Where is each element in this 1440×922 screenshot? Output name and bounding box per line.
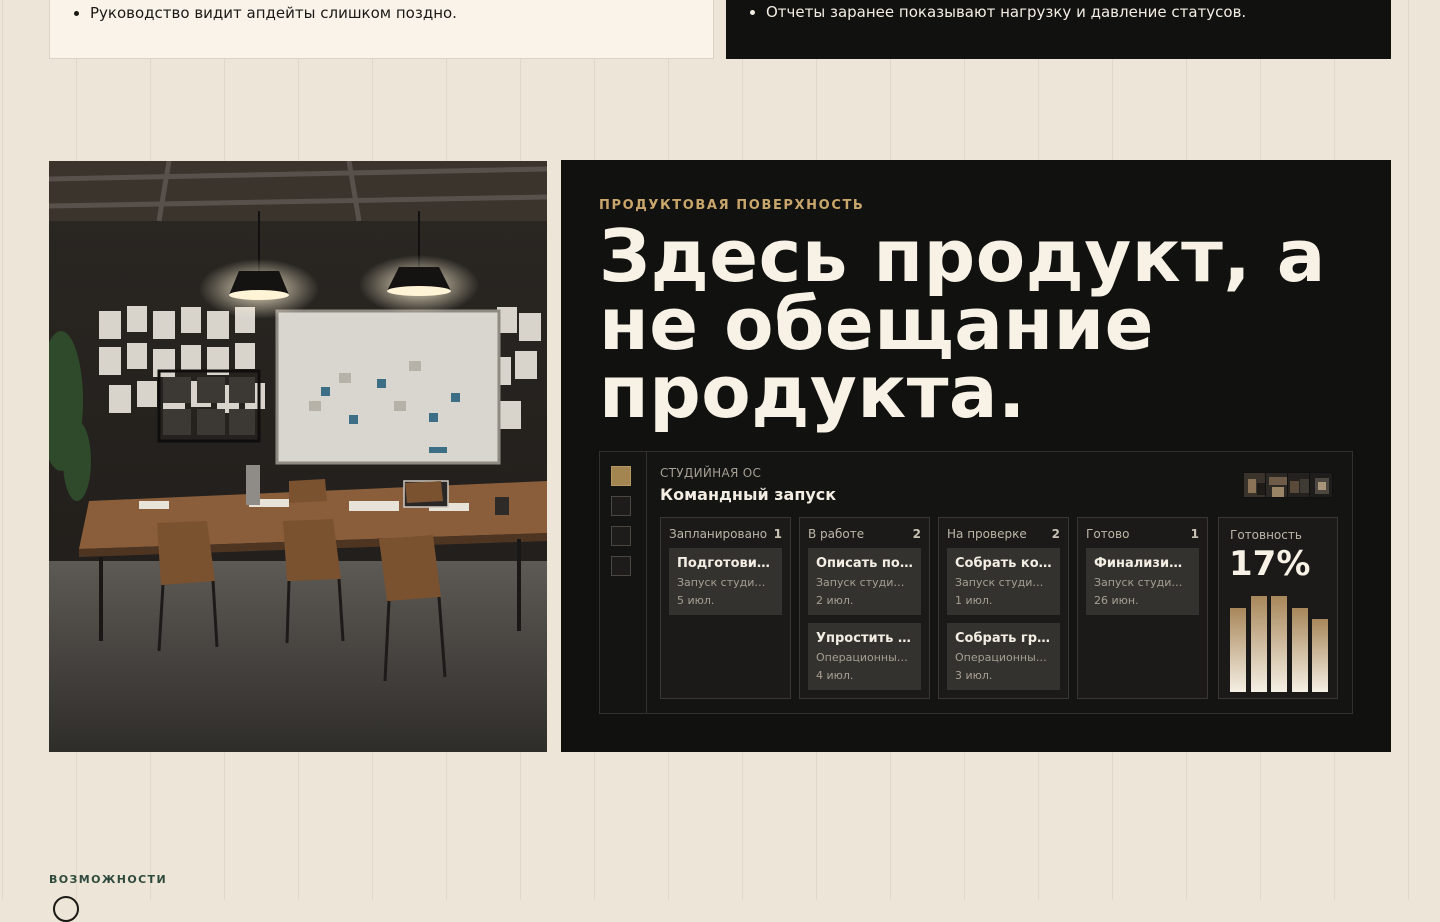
rail-nav-board[interactable] [611,466,631,486]
kanban-column-planned: Запланировано 1 Подготовить… Запуск студ… [660,517,791,699]
column-label: В работе [808,527,865,541]
column-label: На проверке [947,527,1027,541]
task-date: 5 июл. [677,594,715,607]
task-date: 1 июл. [955,594,993,607]
task-date: 4 июл. [816,669,854,682]
column-count: 1 [773,527,782,541]
task-project: Операционны… [955,651,1047,664]
column-label: Готово [1086,527,1130,541]
avatar [1265,472,1289,498]
column-label: Запланировано [669,527,768,541]
kanban-column-in-progress: В работе 2 Описать по… Запуск студи… 2 и… [799,517,930,699]
readiness-bar [1312,619,1328,692]
solution-list: Отчеты заранее показывают нагрузку и дав… [726,2,1246,22]
task-project: Операционны… [816,651,908,664]
problem-item: Руководство видит апдейты слишком поздно… [90,3,457,23]
task-date: 26 июн. [1094,594,1139,607]
features-section-label: ВОЗМОЖНОСТИ [49,873,168,886]
task-title: Собрать гр… [955,631,1051,646]
problem-list: Руководство видит апдейты слишком поздно… [50,3,457,23]
task-card[interactable]: Финализир… Запуск студи… 26 июн. [1086,548,1199,615]
task-date: 3 июл. [955,669,993,682]
readiness-bar [1230,608,1246,692]
task-date: 2 июл. [816,594,854,607]
app-board-title: Командный запуск [660,485,837,504]
rail-nav-item-4[interactable] [611,556,631,576]
task-project: Запуск студи… [816,576,905,589]
product-surface-panel: ПРОДУКТОВАЯ ПОВЕРХНОСТЬ Здесь продукт, а… [561,160,1391,752]
task-project: Запуск студи… [677,576,766,589]
kanban-column-done: Готово 1 Финализир… Запуск студи… 26 июн… [1077,517,1208,699]
avatar [1309,472,1333,498]
studio-meeting-room-photo [49,161,547,752]
product-headline: Здесь продукт, а не обещание продукта. [599,214,1326,434]
team-avatars [1243,472,1337,498]
avatar [1243,472,1267,498]
task-project: Запуск студи… [1094,576,1183,589]
solution-item: Отчеты заранее показывают нагрузку и дав… [766,2,1246,22]
task-card[interactable]: Подготовить… Запуск студи… 5 июл. [669,548,782,615]
task-title: Описать по… [816,556,913,571]
task-card[interactable]: Упростить … Операционны… 4 июл. [808,623,921,690]
readiness-value: 17% [1229,544,1311,584]
task-project: Запуск студи… [955,576,1044,589]
task-card[interactable]: Описать по… Запуск студи… 2 июл. [808,548,921,615]
readiness-bar [1271,596,1287,692]
avatar [1287,472,1311,498]
readiness-bar [1250,596,1267,692]
app-sidebar-rail [600,452,647,713]
task-card[interactable]: Собрать гр… Операционны… 3 июл. [947,623,1060,690]
readiness-bars [1230,592,1328,692]
task-title: Подготовить… [677,556,774,571]
studio-os-app-preview: СТУДИЙНАЯ ОС Командный запуск Запланиров… [599,451,1353,714]
problem-card: Руководство видит апдейты слишком поздно… [49,0,714,59]
column-count: 1 [1190,527,1199,541]
column-count: 2 [1051,527,1060,541]
column-count: 2 [912,527,921,541]
rail-nav-item-2[interactable] [611,496,631,516]
kanban-column-review: На проверке 2 Собрать ко… Запуск студи… … [938,517,1069,699]
task-title: Упростить … [816,631,911,646]
product-eyebrow: ПРОДУКТОВАЯ ПОВЕРХНОСТЬ [599,198,865,213]
readiness-widget: Готовность 17% [1218,517,1338,699]
solution-card: Отчеты заранее показывают нагрузку и дав… [726,0,1391,59]
app-kicker: СТУДИЙНАЯ ОС [660,466,762,480]
task-title: Финализир… [1094,556,1191,571]
readiness-bar [1291,608,1308,692]
rail-nav-item-3[interactable] [611,526,631,546]
readiness-label: Готовность [1230,528,1302,542]
task-card[interactable]: Собрать ко… Запуск студи… 1 июл. [947,548,1060,615]
task-title: Собрать ко… [955,556,1052,571]
